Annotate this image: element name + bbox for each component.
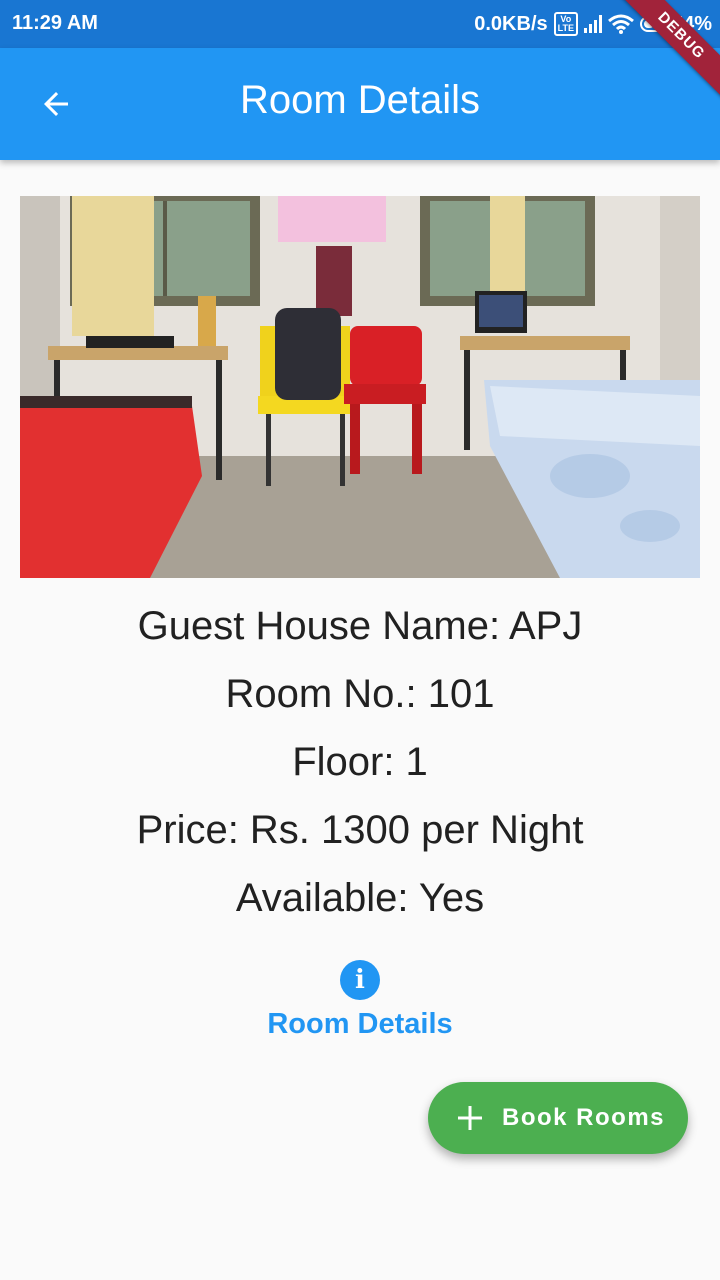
room-details-tab[interactable]: i Room Details xyxy=(250,958,470,1044)
volte-icon: Vo LTE xyxy=(553,12,578,36)
info-icon: i xyxy=(340,960,380,1000)
book-rooms-label: Book Rooms xyxy=(502,1104,666,1131)
book-rooms-button[interactable]: Book Rooms xyxy=(428,1082,688,1154)
room-details-label: Room Details xyxy=(267,1008,453,1040)
room-photo xyxy=(20,196,700,578)
status-time: 11:29 AM xyxy=(12,12,98,34)
room-number: Room No.: 101 xyxy=(225,672,495,716)
signal-icon xyxy=(583,15,602,33)
network-speed: 0.0KB/s xyxy=(474,12,548,35)
app-bar: Room Details xyxy=(0,48,720,160)
page-title: Room Details xyxy=(239,78,481,122)
wifi-icon xyxy=(608,14,634,34)
price: Price: Rs. 1300 per Night xyxy=(136,808,584,852)
screen: 11:29 AM 0.0KB/s VoLTE 54% DEBUG Room D xyxy=(0,0,720,1280)
plus-icon xyxy=(458,1106,482,1130)
floor: Floor: 1 xyxy=(292,740,428,784)
guest-house-name: Guest House Name: APJ xyxy=(137,604,583,648)
availability: Available: Yes xyxy=(235,876,485,920)
status-bar: 11:29 AM 0.0KB/s Vo LTE 54% xyxy=(0,0,720,48)
